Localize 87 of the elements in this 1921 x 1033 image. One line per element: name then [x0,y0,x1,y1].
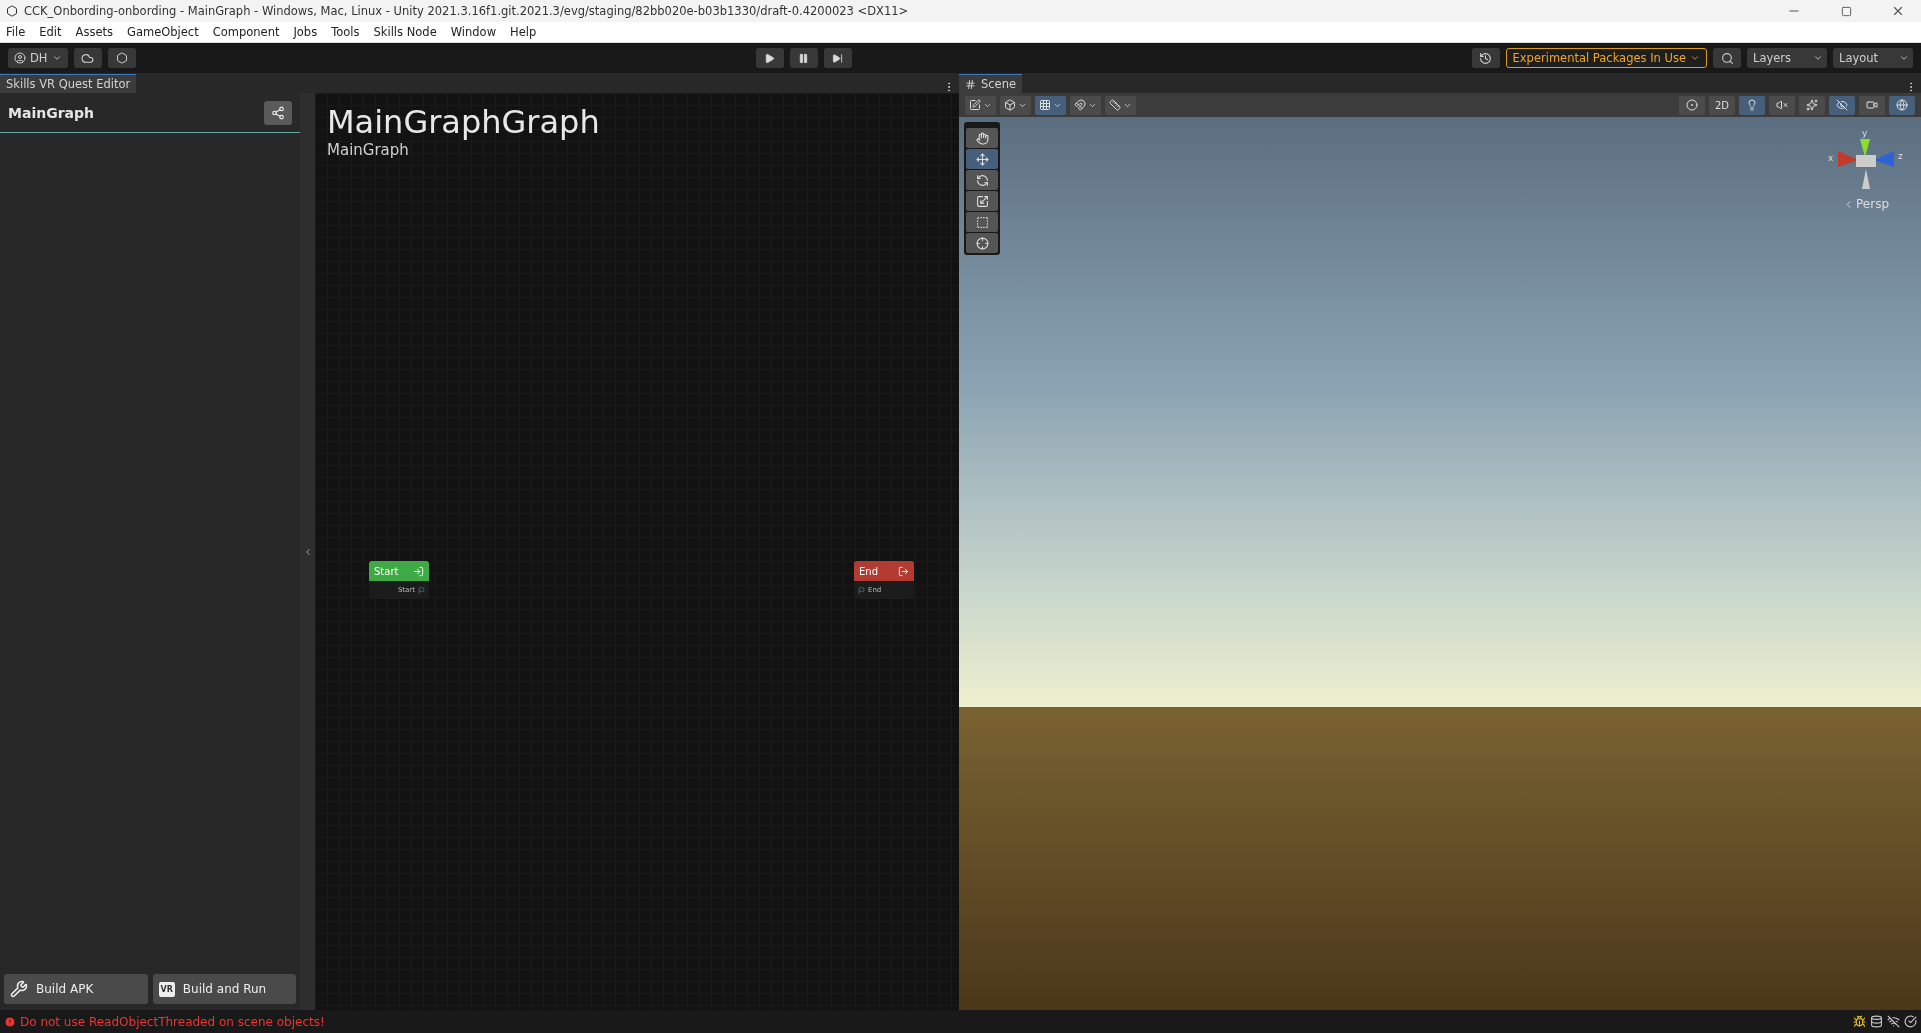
step-button[interactable] [823,48,852,68]
dimension-button[interactable]: 2D [1709,95,1735,115]
user-icon [14,52,26,64]
step-icon [832,52,843,64]
scale-tool[interactable] [966,191,998,211]
cloud-icon [81,51,94,65]
vr-icon: VR [158,981,175,997]
enter-icon [413,565,424,577]
search-icon [1720,51,1734,65]
render-button[interactable] [1000,95,1031,115]
menu-item[interactable]: Jobs [293,25,318,39]
hexagon-icon [115,52,128,64]
play-icon [764,52,775,64]
menu-item[interactable]: Edit [39,25,62,39]
visibility-button[interactable] [1829,95,1855,115]
status-message[interactable]: Do not use ReadObjectThreaded on scene objects! [20,1014,325,1029]
effects-icon [1806,99,1818,111]
undo-history-button[interactable] [1471,48,1500,68]
graph-title: MainGraphGraph [327,103,601,141]
menu-item[interactable]: GameObject [126,25,199,39]
graph-layout-button[interactable] [264,100,292,125]
hand-icon [975,131,989,145]
share-icon [271,105,285,120]
hand-tool[interactable] [966,128,998,148]
menu-item[interactable]: Window [450,25,497,39]
audio-icon [1776,99,1788,111]
visibility-icon [1836,99,1848,111]
network-icon[interactable] [1887,1015,1900,1028]
history-icon [1479,51,1492,65]
hash-icon [965,78,976,90]
move-tool[interactable] [966,149,998,169]
experimental-packages-button[interactable]: Experimental Packages In Use [1505,48,1707,68]
scene-tab[interactable]: Scene [959,74,1023,93]
shading-button[interactable] [1679,95,1705,115]
caret-icon [51,53,62,63]
rotate-tool[interactable] [966,170,998,190]
light-button[interactable] [1739,95,1765,115]
rotate-icon [975,173,989,187]
snap-button[interactable] [1070,95,1101,115]
menu-item[interactable]: Skills Node [373,25,437,39]
play-button[interactable] [755,48,784,68]
menu-item[interactable]: File [6,25,26,39]
gizmos-button[interactable] [1889,95,1915,115]
grid-icon [1039,99,1051,111]
editor-tab[interactable]: Skills VR Quest Editor [0,74,137,93]
effects-button[interactable] [1799,95,1825,115]
transform-tool[interactable] [966,233,998,253]
menu-item[interactable]: Component [212,25,280,39]
unity-logo-icon [6,5,18,17]
wrench-icon [10,980,28,998]
rect-icon [975,215,989,229]
build-button[interactable]: VR Build and Run [152,974,296,1004]
exit-icon [898,565,909,577]
camera-button[interactable] [1859,95,1885,115]
close-icon [1891,4,1905,18]
build-button[interactable]: Build APK [4,974,148,1004]
draw-mode-button[interactable] [965,95,996,115]
menu-item[interactable]: Assets [75,25,113,39]
layers-dropdown[interactable]: Layers [1747,48,1827,68]
pause-button[interactable] [789,48,818,68]
database-icon[interactable] [1870,1015,1883,1028]
window-title: CCK_Onbording-onbording - MainGraph - Windows, Mac, Linux - Unity 2021.3.16f1.git.2021.3/evg/staging/82bb020e-b03b1330/draft-0.4200023 <DX11> [24,4,910,18]
audio-button[interactable] [1769,95,1795,115]
layout-dropdown[interactable]: Layout [1833,48,1913,68]
maximize-icon [1840,5,1852,17]
scale-icon [975,194,989,208]
grid-button[interactable] [1035,95,1066,115]
move-icon [975,152,989,166]
increment-button[interactable] [1105,95,1136,115]
menu-item[interactable]: Tools [331,25,360,39]
axis-gizmo-drawing[interactable]: y x z [1826,127,1906,197]
rect-tool[interactable] [966,212,998,232]
bug-icon[interactable] [1853,1015,1866,1028]
check-icon[interactable] [1904,1015,1917,1028]
caret-icon [1690,53,1700,63]
cloud-button[interactable] [73,48,102,68]
caret-icon [1899,53,1909,63]
caret-icon [1813,53,1823,63]
collab-button[interactable] [107,48,136,68]
graph-subtitle: MainGraph [327,141,410,159]
error-icon [4,1015,16,1028]
camera-icon [1866,99,1878,111]
menu-item[interactable]: Help [510,25,537,39]
search-button[interactable] [1713,48,1741,68]
account-dropdown[interactable]: DH [8,48,68,68]
light-icon [1746,99,1758,111]
pause-icon [798,52,809,64]
